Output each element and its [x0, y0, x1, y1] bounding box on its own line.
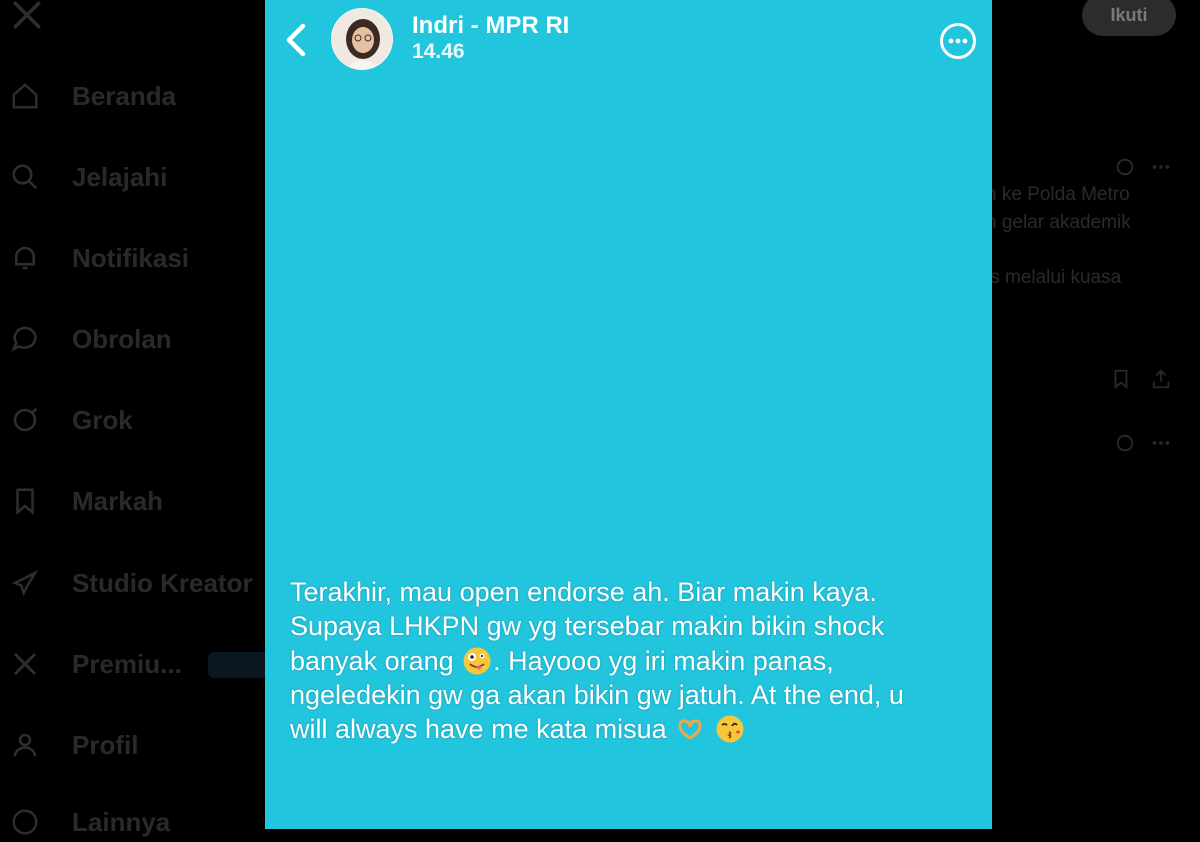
more-dots-icon[interactable]: [1150, 432, 1172, 454]
follow-button[interactable]: Ikuti: [1082, 0, 1176, 36]
nav-label-markah: Markah: [72, 485, 164, 516]
caption-text: banyak orang: [290, 645, 454, 676]
bookmark-action-icon[interactable]: [1110, 368, 1132, 390]
search-icon: [8, 160, 42, 194]
nav-item-profil[interactable]: Profil: [8, 725, 138, 765]
tweet-text-line: is melalui kuasa: [986, 267, 1122, 288]
nav-item-markah[interactable]: Markah: [8, 481, 163, 521]
caption-line: ngeledekin gw ga akan bikin gw jatuh. At…: [290, 679, 904, 710]
more-dots-icon[interactable]: [1150, 156, 1172, 178]
caption-line: Terakhir, mau open endorse ah. Biar maki…: [290, 577, 877, 607]
x-premium-icon: [8, 647, 42, 681]
premium-badge: [208, 652, 268, 678]
bell-icon: [8, 241, 42, 275]
nav-item-grok[interactable]: Grok: [8, 400, 133, 440]
bookmark-icon: [8, 484, 42, 518]
x-logo-icon[interactable]: [10, 0, 44, 32]
kissing-face-emoji-icon: [716, 715, 744, 743]
right-timeline: Ikuti n ke Polda Metro n gelar akademik …: [986, 0, 1200, 829]
nav-label-beranda: Beranda: [72, 80, 177, 111]
rocket-icon: [8, 566, 42, 600]
grok-small-icon[interactable]: [1114, 432, 1136, 454]
nav-item-premium[interactable]: Premiu...: [8, 644, 182, 684]
nav-label-jelajahi: Jelajahi: [72, 161, 168, 192]
nav-item-obrolan[interactable]: Obrolan: [8, 319, 172, 359]
story-username[interactable]: Indri - MPR RI: [412, 12, 569, 40]
chat-icon: [8, 322, 42, 356]
heart-hands-emoji-icon: [678, 719, 702, 740]
nav-label-premium: Premiu...: [72, 648, 182, 679]
caption-text: will always have me kata misua: [290, 714, 667, 745]
nav-item-beranda[interactable]: Beranda: [8, 76, 176, 116]
home-icon: [8, 79, 42, 113]
nav-item-notifikasi[interactable]: Notifikasi: [8, 238, 189, 278]
nav-item-jelajahi[interactable]: Jelajahi: [8, 157, 167, 197]
person-icon: [8, 728, 42, 762]
nav-label-studio-kreator: Studio Kreator: [72, 567, 253, 598]
back-chevron-icon[interactable]: [279, 20, 313, 60]
nav-label-profil: Profil: [72, 729, 139, 760]
nav-item-studio-kreator[interactable]: Studio Kreator: [8, 563, 253, 603]
tweet-text-line: n gelar akademik: [986, 212, 1131, 233]
more-circle-icon: [8, 805, 42, 839]
caption-text: . Hayooo yg iri makin panas,: [493, 645, 834, 676]
caption-line: banyak orang . Hayooo yg iri makin panas…: [290, 644, 980, 678]
nav-label-obrolan: Obrolan: [72, 323, 172, 354]
nav-label-lainnya: Lainnya: [72, 806, 171, 837]
story-viewer: Indri - MPR RI 14.46 Terakhir, mau open …: [265, 0, 992, 829]
caption-line: Supaya LHKPN gw yg tersebar makin bikin …: [290, 611, 885, 642]
nav-label-grok: Grok: [72, 404, 133, 435]
avatar[interactable]: [331, 8, 393, 70]
zany-face-emoji-icon: [463, 647, 491, 675]
tweet-text-line: n ke Polda Metro: [986, 184, 1130, 205]
caption-line: will always have me kata misua: [290, 712, 980, 746]
grok-icon: [8, 403, 42, 437]
avatar-photo: [332, 9, 392, 69]
share-icon[interactable]: [1150, 368, 1172, 390]
nav-item-lainnya[interactable]: Lainnya: [8, 802, 170, 842]
more-options-icon[interactable]: [938, 21, 978, 61]
story-caption: Terakhir, mau open endorse ah. Biar maki…: [290, 575, 980, 746]
side-navigation: Beranda Jelajahi Notifikasi Obrolan Grok…: [0, 0, 268, 837]
nav-label-notifikasi: Notifikasi: [72, 242, 190, 273]
grok-small-icon[interactable]: [1114, 156, 1136, 178]
story-timestamp: 14.46: [412, 40, 465, 63]
